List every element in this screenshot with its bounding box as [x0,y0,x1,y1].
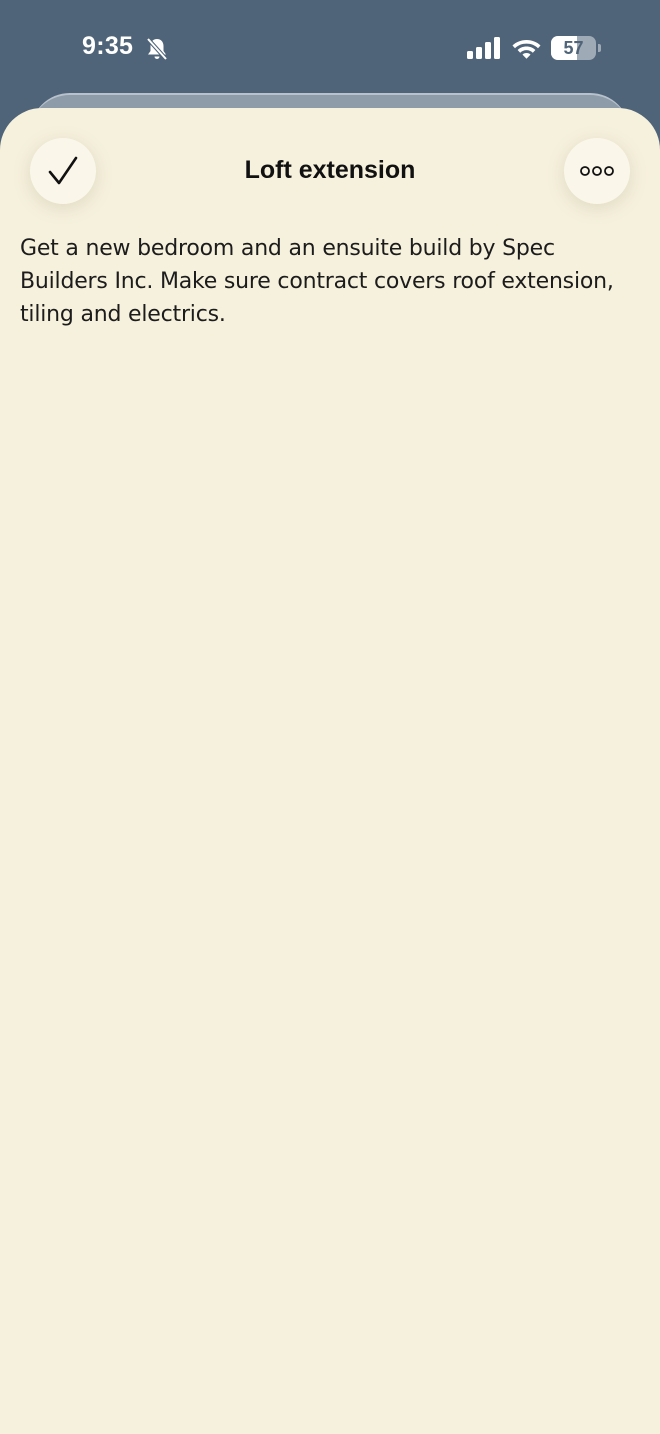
battery-body: 57 [551,36,596,60]
ellipsis-icon [580,166,614,176]
bell-slash-icon [146,37,168,61]
note-body-text[interactable]: Get a new bedroom and an ensuite build b… [20,232,640,331]
status-bar: 9:35 57 [0,0,660,96]
battery-level: 57 [563,38,584,58]
screen: 9:35 57 Loft extension Get a new bedroom… [0,0,660,1434]
cellular-signal-icon [467,37,500,59]
battery-cap [598,44,601,52]
battery-icon: 57 [551,36,601,60]
note-sheet: Loft extension Get a new bedroom and an … [0,108,660,1434]
wifi-icon [512,40,541,59]
checkmark-icon [48,156,78,185]
sheet-title: Loft extension [244,156,416,184]
more-options-button[interactable] [564,138,630,204]
done-button[interactable] [30,138,96,204]
status-time: 9:35 [82,32,134,60]
